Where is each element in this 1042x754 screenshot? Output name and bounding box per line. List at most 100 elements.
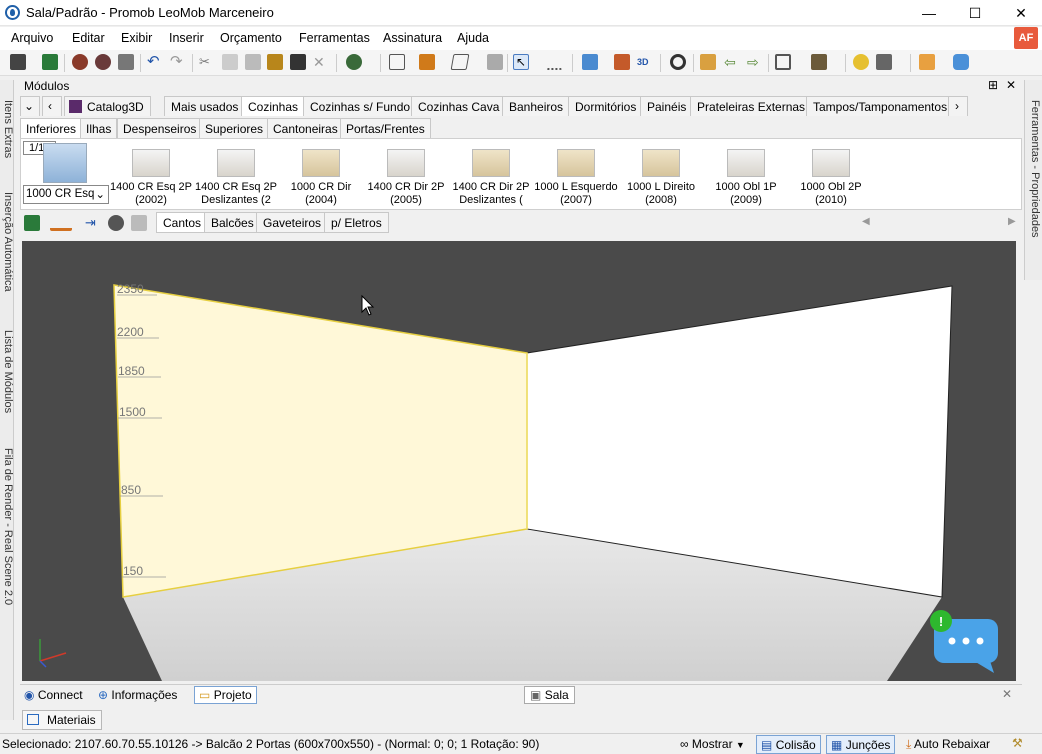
tab-connect[interactable]: ◉ Connect	[24, 688, 83, 702]
mostrar-dropdown[interactable]: ∞ Mostrar ▼	[676, 735, 749, 754]
hierarchy-icon[interactable]	[419, 54, 435, 70]
subtab-inferiores[interactable]: Inferiores	[20, 118, 83, 138]
shape-icon[interactable]	[450, 54, 470, 70]
scroll-right-icon[interactable]: ▶	[1008, 216, 1016, 227]
room-3d-scene[interactable]: 2350 2200 1850 1500 850 150 !	[22, 241, 1016, 681]
insert-icon[interactable]	[24, 215, 40, 231]
tab-cozinhas-cava[interactable]: Cozinhas Cava	[411, 96, 507, 116]
pin-icon[interactable]: ⊞	[988, 78, 998, 92]
selected-module-thumb[interactable]	[43, 143, 87, 183]
side-tab-itens-extras[interactable]: Itens Extras	[0, 100, 14, 158]
auto-rebaixar-toggle[interactable]: ⤓ Auto Rebaixar	[902, 735, 994, 754]
paste-icon[interactable]	[245, 54, 261, 70]
menu-orcamento[interactable]: Orçamento	[220, 31, 282, 45]
chat-icon[interactable]	[953, 54, 969, 70]
tab-cozinhas[interactable]: Cozinhas	[241, 96, 306, 116]
user-avatar[interactable]: AF	[1014, 27, 1038, 49]
render-settings-icon[interactable]	[95, 54, 111, 70]
tab-balcoes[interactable]: Balcões	[204, 212, 261, 233]
tab-prateleiras-externas[interactable]: Prateleiras Externas	[690, 96, 813, 116]
brush-icon[interactable]	[290, 54, 306, 70]
materials-tab[interactable]: Materiais	[22, 710, 102, 730]
menu-assinatura[interactable]: Assinatura	[383, 31, 442, 45]
module-item[interactable]: 1000 Obl 2P (2010)	[788, 139, 874, 211]
line-style-icon[interactable]	[50, 215, 72, 231]
tab-mais-usados[interactable]: Mais usados	[164, 96, 246, 116]
colisao-toggle[interactable]: ▤ Colisão	[756, 735, 821, 754]
module-item[interactable]: 1000 CR Dir (2004)	[278, 139, 364, 211]
module-item[interactable]: 1000 L Direito (2008)	[618, 139, 704, 211]
tab-catalog3d[interactable]: Catalog3D	[64, 96, 151, 116]
chevron-right-icon[interactable]: ›	[948, 96, 968, 116]
menu-ferramentas[interactable]: Ferramentas	[299, 31, 370, 45]
move-right-icon[interactable]: ⇨	[747, 54, 763, 70]
chevron-left-icon[interactable]: ‹	[42, 96, 62, 116]
texture-icon[interactable]	[614, 54, 630, 70]
scene-tab-sala[interactable]: ▣ Sala	[524, 686, 575, 704]
user-icon[interactable]	[919, 54, 935, 70]
frame-icon[interactable]	[775, 54, 791, 70]
tab-cantos[interactable]: Cantos	[156, 212, 209, 233]
render-icon[interactable]	[72, 54, 88, 70]
side-tab-insercao-automatica[interactable]: Inserção Automática	[0, 192, 14, 292]
close-icon[interactable]: ✕	[1002, 687, 1012, 701]
save-as-icon[interactable]	[42, 54, 58, 70]
undo-icon[interactable]: ↶	[147, 54, 163, 70]
rotate-icon[interactable]	[700, 54, 716, 70]
module-item[interactable]: 1000 L Esquerdo (2007)	[533, 139, 619, 211]
scroll-left-icon[interactable]: ◀	[862, 216, 870, 227]
redo-icon[interactable]: ↷	[170, 54, 186, 70]
side-tab-fila-render[interactable]: Fila de Render - Real Scene 2.0	[0, 448, 14, 605]
3d-viewport[interactable]: 2350 2200 1850 1500 850 150 !	[22, 241, 1016, 681]
module-item[interactable]: 1400 CR Dir 2P Deslizantes (	[448, 139, 534, 211]
box-icon[interactable]	[811, 54, 827, 70]
close-panel-button[interactable]: ✕	[1006, 78, 1016, 92]
side-tab-lista-modulos[interactable]: Lista de Módulos	[0, 330, 14, 413]
chevron-down-icon[interactable]: ⌄	[20, 96, 40, 116]
wall-icon[interactable]	[487, 54, 503, 70]
eye-icon[interactable]	[670, 54, 686, 70]
tab-cozinhas-sem-fundo[interactable]: Cozinhas s/ Fundo	[303, 96, 418, 116]
cut-icon[interactable]: ✂	[199, 54, 215, 70]
menu-ajuda[interactable]: Ajuda	[457, 31, 489, 45]
subtab-portas-frentes[interactable]: Portas/Frentes	[340, 118, 431, 138]
tab-projeto[interactable]: ▭ Projeto	[194, 686, 257, 704]
menu-arquivo[interactable]: Arquivo	[11, 31, 53, 45]
subtab-superiores[interactable]: Superiores	[199, 118, 270, 138]
module-item[interactable]: 1400 CR Esq 2P (2002)	[108, 139, 194, 211]
tab-informacoes[interactable]: ⊕ Informações	[98, 688, 177, 702]
price-icon[interactable]	[346, 54, 362, 70]
module-select-dropdown[interactable]: 1000 CR Esq ⌄	[23, 185, 109, 204]
side-tab-ferramentas-propriedades[interactable]: Ferramentas - Propriedades	[1027, 100, 1041, 238]
tab-dormitorios[interactable]: Dormitórios	[568, 96, 644, 116]
duplicate-icon[interactable]	[131, 215, 147, 231]
save-icon[interactable]	[10, 54, 26, 70]
module-item[interactable]: 1400 CR Esq 2P Deslizantes (2	[193, 139, 279, 211]
menu-exibir[interactable]: Exibir	[121, 31, 152, 45]
module-item[interactable]: 1400 CR Dir 2P (2005)	[363, 139, 449, 211]
view-3d-icon[interactable]: 3D	[637, 54, 653, 70]
select-cursor-icon[interactable]: ↖	[513, 54, 529, 70]
menu-inserir[interactable]: Inserir	[169, 31, 204, 45]
module-item[interactable]: 1000 Obl 1P (2009)	[703, 139, 789, 211]
juncoes-toggle[interactable]: ▦ Junções	[826, 735, 896, 754]
binoculars-icon[interactable]	[108, 215, 124, 231]
move-left-icon[interactable]: ⇦	[724, 54, 740, 70]
import-icon[interactable]: ⇥	[85, 215, 101, 231]
maximize-button[interactable]: ☐	[952, 0, 998, 26]
tab-banheiros[interactable]: Banheiros	[502, 96, 571, 116]
layers-icon[interactable]	[582, 54, 598, 70]
camera-icon[interactable]	[876, 54, 892, 70]
paint-icon[interactable]	[267, 54, 283, 70]
light-icon[interactable]	[853, 54, 869, 70]
tab-tampos[interactable]: Tampos/Tamponamentos	[806, 96, 955, 116]
close-button[interactable]: ✕	[998, 0, 1042, 26]
menu-editar[interactable]: Editar	[72, 31, 105, 45]
copy-icon[interactable]	[222, 54, 238, 70]
subtab-cantoneiras[interactable]: Cantoneiras	[267, 118, 344, 138]
tab-gaveteiros[interactable]: Gaveteiros	[256, 212, 329, 233]
tab-eletros[interactable]: p/ Eletros	[324, 212, 389, 233]
print-icon[interactable]	[118, 54, 134, 70]
tab-paineis[interactable]: Painéis	[640, 96, 694, 116]
delete-icon[interactable]: ✕	[313, 54, 329, 70]
